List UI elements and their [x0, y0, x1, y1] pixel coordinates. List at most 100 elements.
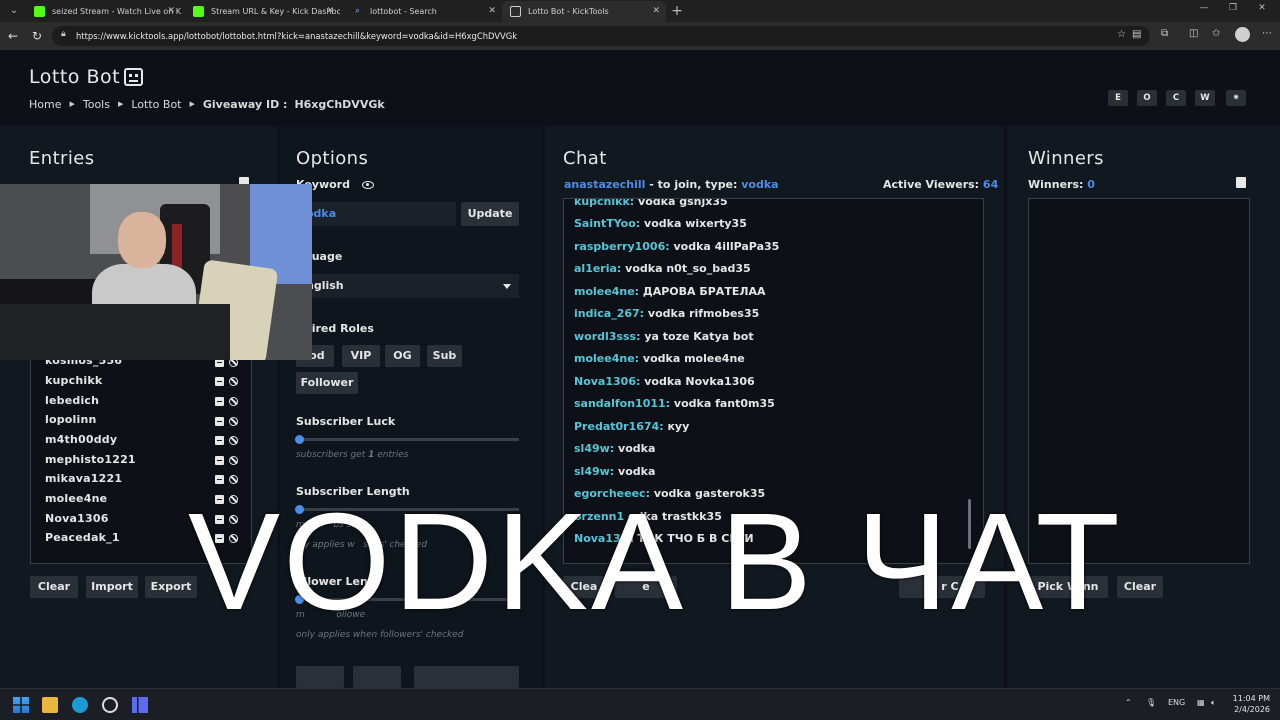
tab-title: lottobot - Search: [370, 7, 437, 16]
ban-icon[interactable]: [229, 456, 238, 465]
refresh-button[interactable]: ↻: [29, 28, 45, 44]
chat-message: indica_267: vodka rifmobes35: [574, 307, 760, 320]
options-bottom-button-2[interactable]: [353, 666, 401, 688]
minimize-icon[interactable]: —: [1195, 3, 1213, 13]
role-follower-button[interactable]: Follower: [296, 372, 358, 394]
stream-caption: VODKA В ЧАТ: [188, 485, 1123, 639]
clock-date: 2/4/2026: [1234, 705, 1270, 714]
tab-title: seized Stream - Watch Live on Kic: [52, 7, 181, 16]
chevron-up-icon[interactable]: ⌃: [1125, 698, 1132, 707]
favorites-icon[interactable]: ✩: [1212, 28, 1220, 39]
profile-avatar[interactable]: [1235, 27, 1250, 42]
subscriber-luck-slider[interactable]: [295, 435, 519, 444]
chat-message: sl49w: vodka: [574, 465, 656, 478]
subscriber-luck-label: Subscriber Luck: [296, 415, 396, 428]
remove-entry-icon[interactable]: [215, 377, 224, 386]
tab-kick-dashboard[interactable]: Stream URL & Key - Kick Dashbo ✕: [185, 1, 340, 22]
url-bar[interactable]: 🔒︎ https://www.kicktools.app/lottobot/lo…: [52, 26, 1150, 46]
address-row: ← ↻ 🔒︎ https://www.kicktools.app/lottobo…: [0, 22, 1280, 50]
slider-knob[interactable]: [295, 435, 304, 444]
ban-icon[interactable]: [229, 475, 238, 484]
chat-message: al1eria: vodka n0t_so_bad35: [574, 262, 751, 275]
theme-button-o[interactable]: O: [1137, 90, 1157, 106]
chat-message: SaintTYoo: vodka wixerty35: [574, 217, 747, 230]
obs-icon[interactable]: [102, 697, 118, 713]
reader-icon[interactable]: ▤: [1132, 29, 1141, 40]
close-icon[interactable]: ✕: [488, 1, 496, 22]
eye-icon[interactable]: [362, 181, 374, 189]
list-item: Nova1306: [45, 512, 109, 525]
kick-icon: [34, 6, 45, 17]
new-tab-button[interactable]: +: [670, 1, 684, 21]
tab-title: Lotto Bot - KickTools: [528, 7, 609, 16]
tab-search[interactable]: ⌕ lottobot - Search ✕: [344, 1, 502, 22]
remove-entry-icon[interactable]: [215, 456, 224, 465]
options-title: Options: [296, 148, 369, 169]
file-explorer-icon[interactable]: [42, 697, 58, 713]
clear-entries-button[interactable]: Clear: [30, 576, 78, 598]
ban-icon[interactable]: [229, 397, 238, 406]
restore-icon[interactable]: ❐: [1224, 3, 1242, 13]
ban-icon[interactable]: [229, 436, 238, 445]
tab-title: Stream URL & Key - Kick Dashbo: [211, 7, 340, 16]
remove-entry-icon[interactable]: [215, 397, 224, 406]
ban-icon[interactable]: [229, 377, 238, 386]
copy-icon[interactable]: [1236, 177, 1246, 188]
tab-menu-icon[interactable]: ⌄: [6, 4, 22, 18]
giveaway-label: Giveaway ID :: [202, 97, 288, 111]
language-indicator[interactable]: ENG: [1168, 698, 1185, 707]
microphone-icon[interactable]: 🎙︎: [1146, 698, 1156, 707]
extensions-icon[interactable]: ⧉: [1161, 28, 1168, 39]
theme-button-w[interactable]: W: [1195, 90, 1215, 106]
options-bottom-button-1[interactable]: [296, 666, 344, 688]
list-item: Peacedak_1: [45, 531, 120, 544]
channel-name[interactable]: anastazechill: [564, 178, 645, 191]
breadcrumb-current[interactable]: Lotto Bot: [131, 98, 181, 111]
edge-browser-icon[interactable]: [72, 697, 88, 713]
split-screen-icon[interactable]: ◫: [1189, 28, 1198, 39]
winners-count: Winners: 0: [1028, 178, 1095, 191]
entry-actions: [215, 455, 239, 465]
taskbar-clock[interactable]: 11:04 PM 2/4/2026: [1226, 693, 1270, 715]
kicktools-icon: [510, 6, 521, 17]
keyword-input[interactable]: odka: [296, 202, 456, 226]
chat-join-info: anastazechill - to join, type: vodka: [564, 178, 779, 191]
winners-title: Winners: [1028, 148, 1104, 169]
theme-button-c[interactable]: C: [1166, 90, 1186, 106]
theme-button-e[interactable]: E: [1108, 90, 1128, 106]
chat-message: raspberry1006: vodka 4illPaPa35: [574, 240, 780, 253]
remove-entry-icon[interactable]: [215, 475, 224, 484]
options-bottom-button-3[interactable]: [414, 666, 519, 688]
close-icon[interactable]: ✕: [167, 1, 175, 22]
more-icon[interactable]: ⋯: [1262, 28, 1272, 39]
chat-message: wordl3sss: ya toze Katya bot: [574, 330, 754, 343]
breadcrumb-home[interactable]: Home: [29, 98, 61, 111]
close-icon[interactable]: ✕: [652, 1, 660, 22]
speaker-icon[interactable]: 🔈︎: [1211, 698, 1216, 708]
app-icon[interactable]: [132, 697, 148, 713]
remove-entry-icon[interactable]: [215, 417, 224, 426]
import-button[interactable]: Import: [86, 576, 138, 598]
language-select[interactable]: nglish: [296, 274, 519, 298]
role-sub-button[interactable]: Sub: [427, 345, 462, 367]
windows-start-icon[interactable]: [13, 697, 29, 713]
chat-keyword: vodka: [741, 178, 779, 191]
entry-actions: [215, 474, 239, 484]
chat-message: Predat0r1674: куу: [574, 420, 690, 433]
theme-button-star[interactable]: ✷: [1226, 90, 1246, 106]
star-icon[interactable]: ☆: [1117, 29, 1126, 40]
remove-entry-icon[interactable]: [215, 436, 224, 445]
taskbar: ⌃ 🎙︎ ENG ▦ 🔈︎ 11:04 PM 2/4/2026: [0, 688, 1280, 720]
role-og-button[interactable]: OG: [385, 345, 420, 367]
tab-kick-stream[interactable]: seized Stream - Watch Live on Kic ✕: [26, 1, 181, 22]
ban-icon[interactable]: [229, 417, 238, 426]
window-close-icon[interactable]: ✕: [1253, 3, 1271, 13]
update-button[interactable]: Update: [461, 202, 519, 226]
breadcrumb-tools[interactable]: Tools: [83, 98, 110, 111]
robot-icon: [124, 68, 143, 86]
wifi-icon[interactable]: ▦: [1197, 698, 1205, 707]
back-button[interactable]: ←: [5, 28, 21, 44]
close-icon[interactable]: ✕: [326, 1, 334, 22]
role-vip-button[interactable]: VIP: [342, 345, 380, 367]
tab-lottobot[interactable]: Lotto Bot - KickTools ✕: [502, 1, 666, 22]
